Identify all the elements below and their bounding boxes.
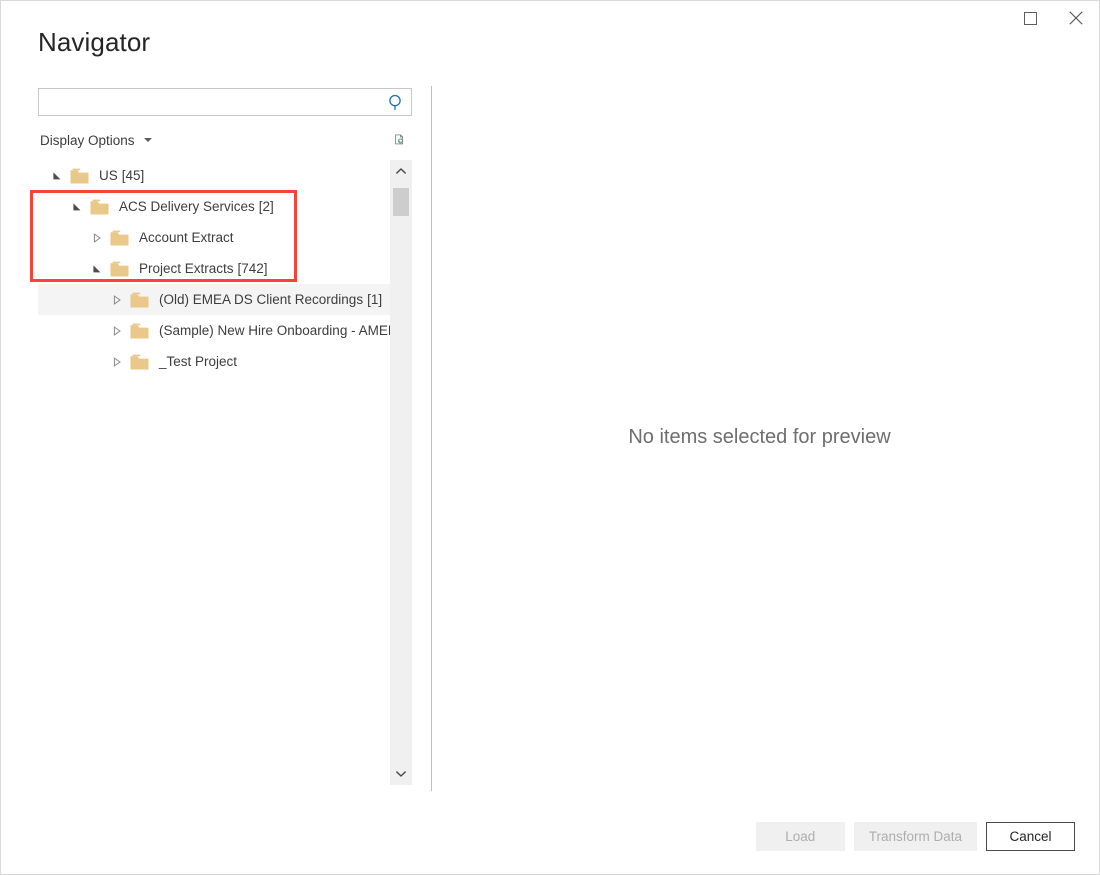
expander-expanded[interactable] xyxy=(69,199,85,215)
tree-row-label: _Test Project xyxy=(159,354,238,369)
tree-scroll-region: US [45] ACS Delivery Services [2] Account Ex… xyxy=(38,160,412,785)
expander-expanded-icon xyxy=(53,171,61,179)
expander-expanded[interactable] xyxy=(89,261,105,277)
folder-icon-wrap xyxy=(130,323,149,339)
folder-icon xyxy=(110,261,129,276)
close-icon xyxy=(1069,11,1083,25)
tree-row[interactable]: Project Extracts [742] xyxy=(38,253,390,284)
tree-row-count: [742] xyxy=(237,261,268,276)
chevron-down-icon xyxy=(143,138,152,142)
expander-collapsed[interactable] xyxy=(89,230,105,246)
tree-row[interactable]: ACS Delivery Services [2] xyxy=(38,191,390,222)
scrollbar-thumb[interactable] xyxy=(393,188,409,216)
expander-collapsed[interactable] xyxy=(109,354,125,370)
chevron-up-icon xyxy=(396,168,406,174)
search-input[interactable] xyxy=(39,89,381,115)
maximize-button[interactable] xyxy=(1007,1,1053,35)
folder-icon-wrap xyxy=(90,199,109,215)
display-options-label: Display Options xyxy=(40,132,135,148)
folder-icon xyxy=(130,323,149,338)
preview-pane: No items selected for preview xyxy=(432,86,1087,791)
tree-row[interactable]: (Sample) New Hire Onboarding - AMER xyxy=(38,315,398,346)
folder-icon xyxy=(110,230,129,245)
close-button[interactable] xyxy=(1053,1,1099,35)
folder-icon-wrap xyxy=(110,230,129,246)
navigator-dialog: Navigator Display Options US [45] ACS De… xyxy=(0,0,1100,875)
refresh-button[interactable] xyxy=(388,128,412,152)
tree-row-label: ACS Delivery Services xyxy=(119,199,255,214)
transform-data-button[interactable]: Transform Data xyxy=(853,822,977,851)
page-title: Navigator xyxy=(38,27,151,57)
maximize-icon xyxy=(1023,11,1037,25)
tree-row-label: Project Extracts xyxy=(139,261,234,276)
folder-icon-wrap xyxy=(70,168,89,184)
folder-icon xyxy=(130,354,149,369)
tree-row-count: [2] xyxy=(258,199,274,214)
preview-empty-message: No items selected for preview xyxy=(628,426,891,448)
folder-icon xyxy=(90,199,109,214)
scroll-up-button[interactable] xyxy=(390,160,412,182)
dialog-footer: Load Transform Data Cancel xyxy=(755,822,1075,851)
search-button[interactable] xyxy=(381,89,411,115)
folder-icon-wrap xyxy=(130,292,149,308)
display-options-button[interactable]: Display Options xyxy=(38,131,154,150)
tree-row-label: (Old) EMEA DS Client Recordings xyxy=(159,292,364,307)
expander-collapsed[interactable] xyxy=(109,323,125,339)
tree-row-label: Account Extract xyxy=(139,230,234,245)
folder-icon-wrap xyxy=(130,354,149,370)
options-row: Display Options xyxy=(38,125,412,155)
expander-expanded-icon xyxy=(93,264,101,272)
tree-row[interactable]: Account Extract xyxy=(38,222,390,253)
load-button[interactable]: Load xyxy=(755,822,845,851)
refresh-document-icon xyxy=(395,134,404,145)
tree-row[interactable]: _Test Project xyxy=(38,346,390,377)
folder-tree: US [45] ACS Delivery Services [2] Account Ex… xyxy=(38,160,398,785)
search-box[interactable] xyxy=(38,88,412,116)
tree-row-label: (Sample) New Hire Onboarding - AMER xyxy=(159,323,398,338)
expander-collapsed[interactable] xyxy=(109,292,125,308)
tree-vertical-scrollbar[interactable] xyxy=(390,160,412,785)
cancel-button[interactable]: Cancel xyxy=(986,822,1075,851)
folder-icon xyxy=(70,168,89,183)
expander-collapsed-icon xyxy=(113,356,121,367)
tree-row[interactable]: US [45] xyxy=(38,160,390,191)
tree-row-count: [1] xyxy=(367,292,383,307)
tree-row[interactable]: (Old) EMEA DS Client Recordings [1] xyxy=(38,284,390,315)
navigation-pane: Display Options US [45] ACS Delivery Serv xyxy=(38,88,412,788)
expander-expanded[interactable] xyxy=(49,168,65,184)
expander-collapsed-icon xyxy=(113,325,121,336)
chevron-down-icon xyxy=(396,771,406,777)
tree-row-count: [45] xyxy=(121,168,145,183)
search-icon xyxy=(388,94,401,110)
scroll-down-button[interactable] xyxy=(390,763,412,785)
tree-row-label: US xyxy=(99,168,118,183)
titlebar-controls xyxy=(1007,1,1099,35)
expander-collapsed-icon xyxy=(113,294,121,305)
expander-expanded-icon xyxy=(73,202,81,210)
expander-collapsed-icon xyxy=(93,232,101,243)
folder-icon-wrap xyxy=(110,261,129,277)
folder-icon xyxy=(130,292,149,307)
